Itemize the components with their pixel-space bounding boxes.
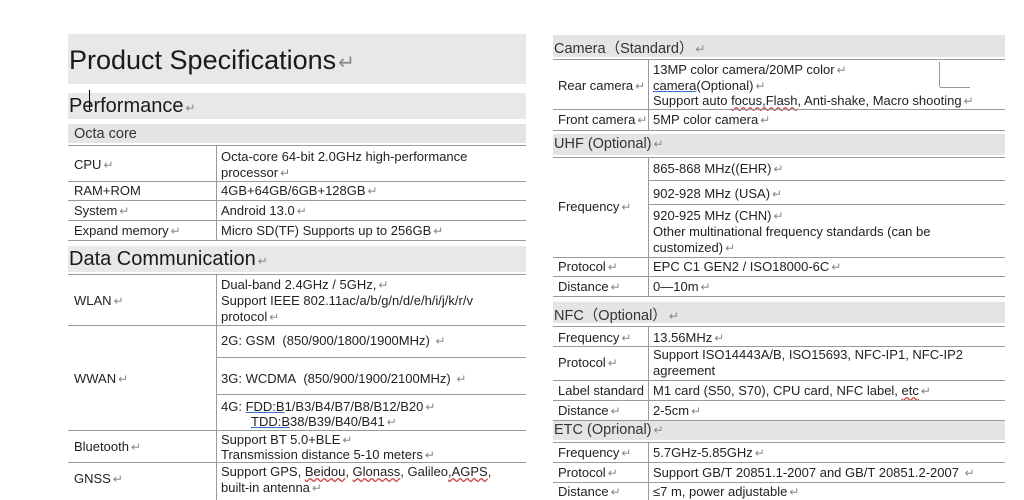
front-camera-label: Front camera ↵ <box>558 112 648 127</box>
nfc-frequency-value: 13.56MHz ↵ <box>653 330 725 345</box>
uhf-heading: UHF (Optional) ↵ <box>554 136 664 152</box>
ram-label: RAM+ROM <box>74 183 141 198</box>
wlan-label: WLAN ↵ <box>74 293 124 308</box>
bluetooth-label: Bluetooth ↵ <box>74 439 141 454</box>
system-value: Android 13.0 ↵ <box>221 203 307 218</box>
nfc-protocol-line2: agreement <box>653 363 716 378</box>
wlan-line1: Dual-band 2.4GHz / 5GHz, ↵ <box>221 277 389 292</box>
uhf-freq-4: Other multinational frequency standards … <box>653 224 931 239</box>
expand-label: Expand memory ↵ <box>74 223 181 238</box>
performance-heading: Performance ↵ <box>69 95 196 117</box>
uhf-freq-1: 865-868 MHz((EHR) ↵ <box>653 161 784 176</box>
wwan-label: WWAN ↵ <box>74 371 129 386</box>
uhf-protocol-value: EPC C1 GEN2 / ISO18000-6C ↵ <box>653 259 842 274</box>
data-comm-heading: Data Communication ↵ <box>69 248 268 270</box>
gnss-label: GNSS ↵ <box>74 471 123 486</box>
ram-value: 4GB+64GB/6GB+128GB ↵ <box>221 183 378 198</box>
wwan-4g-line2: TDD:B38/B39/B40/B41 ↵ <box>251 414 397 429</box>
system-label: System ↵ <box>74 203 130 218</box>
octa-core-heading: Octa core <box>74 126 137 142</box>
etc-heading: ETC (Oprional) ↵ <box>554 422 664 438</box>
wwan-4g-line1: 4G: FDD:B1/B3/B4/B7/B8/B12/B20 ↵ <box>221 399 436 414</box>
wwan-2g: 2G: GSM (850/900/1800/1900MHz) ↵ <box>221 333 446 348</box>
cpu-label: CPU ↵ <box>74 157 114 172</box>
label-standard-label: Label standard <box>558 383 645 398</box>
expand-value: Micro SD(TF) Supports up to 256GB ↵ <box>221 223 444 238</box>
document-page: Product Specifications ↵ Performance ↵ Oct… <box>0 0 1024 500</box>
bt-line2: Transmission distance 5-10 meters ↵ <box>221 447 435 462</box>
rear-camera-label: Rear camera ↵ <box>558 78 646 93</box>
etc-protocol-label: Protocol ↵ <box>558 465 618 480</box>
wlan-line2: Support IEEE 802.11ac/a/b/g/n/d/e/h/i/j/… <box>221 293 473 308</box>
etc-frequency-label: Frequency ↵ <box>558 445 632 460</box>
nfc-distance-label: Distance ↵ <box>558 403 621 418</box>
etc-distance-label: Distance ↵ <box>558 484 621 499</box>
page-title: Product Specifications ↵ <box>69 45 355 75</box>
uhf-freq-2: 902-928 MHz (USA) ↵ <box>653 186 783 201</box>
nfc-protocol-label: Protocol ↵ <box>558 355 618 370</box>
gnss-line1: Support GPS, Beidou, Glonass, Galileo,AG… <box>221 464 492 479</box>
label-standard-value: M1 card (S50, S70), CPU card, NFC label,… <box>653 383 931 398</box>
uhf-freq-3: 920-925 MHz (CHN) ↵ <box>653 208 784 223</box>
wlan-line3: protocol ↵ <box>221 309 280 324</box>
rear-line2: camera(Optional) ↵ <box>653 78 766 93</box>
cpu-value: Octa-core 64-bit 2.0GHz high-performance <box>221 149 468 164</box>
uhf-protocol-label: Protocol ↵ <box>558 259 618 274</box>
uhf-freq-5: customized) ↵ <box>653 240 736 255</box>
camera-heading: Camera（Standard） ↵ <box>554 41 706 57</box>
text-cursor <box>89 90 90 110</box>
nfc-protocol-line1: Support ISO14443A/B, ISO15693, NFC-IP1, … <box>653 347 963 362</box>
wwan-3g: 3G: WCDMA (850/900/1900/2100MHz) ↵ <box>221 371 467 386</box>
etc-distance-value: ≤7 m, power adjustable ↵ <box>653 484 800 499</box>
rear-line1: 13MP color camera/20MP color ↵ <box>653 62 847 77</box>
rear-line3: Support auto focus,Flash, Anti-shake, Ma… <box>653 93 974 108</box>
uhf-frequency-label: Frequency ↵ <box>558 199 632 214</box>
etc-frequency-value: 5.7GHz-5.85GHz ↵ <box>653 445 765 460</box>
cpu-value-line2: processor ↵ <box>221 165 291 180</box>
gnss-line2: built-in antenna ↵ <box>221 480 322 495</box>
uhf-distance-value: 0—10m ↵ <box>653 279 711 294</box>
bt-line1: Support BT 5.0+BLE ↵ <box>221 432 353 447</box>
nfc-frequency-label: Frequency ↵ <box>558 330 632 345</box>
nfc-heading: NFC（Optional） ↵ <box>554 308 679 324</box>
etc-protocol-value: Support GB/T 20851.1-2007 and GB/T 20851… <box>653 465 975 480</box>
nfc-distance-value: 2-5cm ↵ <box>653 403 702 418</box>
front-camera-value: 5MP color camera ↵ <box>653 112 771 127</box>
uhf-distance-label: Distance ↵ <box>558 279 621 294</box>
